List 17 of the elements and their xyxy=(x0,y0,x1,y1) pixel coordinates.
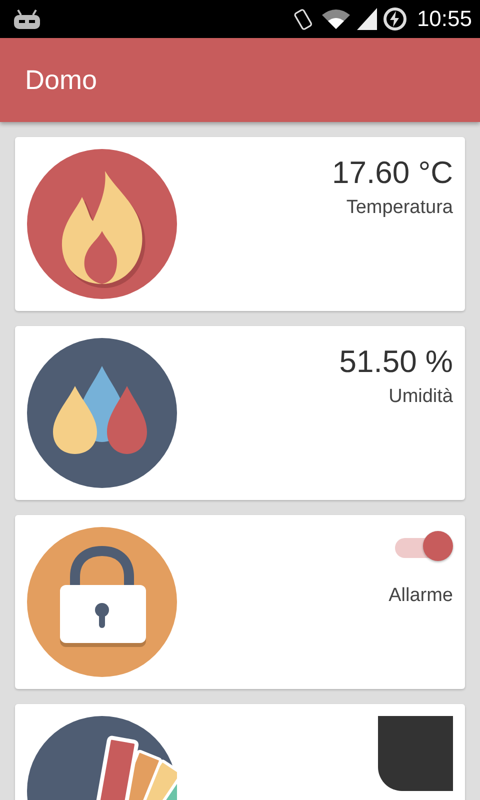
clock-time: 10:55 xyxy=(416,6,472,32)
app-title: Domo xyxy=(25,64,98,96)
android-head-icon xyxy=(12,8,42,30)
sensor-label: Temperatura xyxy=(346,197,453,219)
vibrate-icon xyxy=(292,6,315,32)
alarm-label: Allarme xyxy=(388,585,453,607)
wifi-icon xyxy=(320,8,351,30)
sensor-reading: 51.50 % xyxy=(339,344,453,380)
sensor-reading: 17.60 °C xyxy=(332,155,453,191)
alarm-switch[interactable] xyxy=(393,529,453,561)
flame-icon xyxy=(27,149,177,299)
signal-icon xyxy=(356,8,377,30)
battery-charging-icon xyxy=(382,7,407,31)
color-swatch[interactable] xyxy=(378,716,453,791)
sensor-label: Umidità xyxy=(388,386,453,408)
padlock-icon xyxy=(27,527,177,677)
water-drops-icon xyxy=(27,338,177,488)
